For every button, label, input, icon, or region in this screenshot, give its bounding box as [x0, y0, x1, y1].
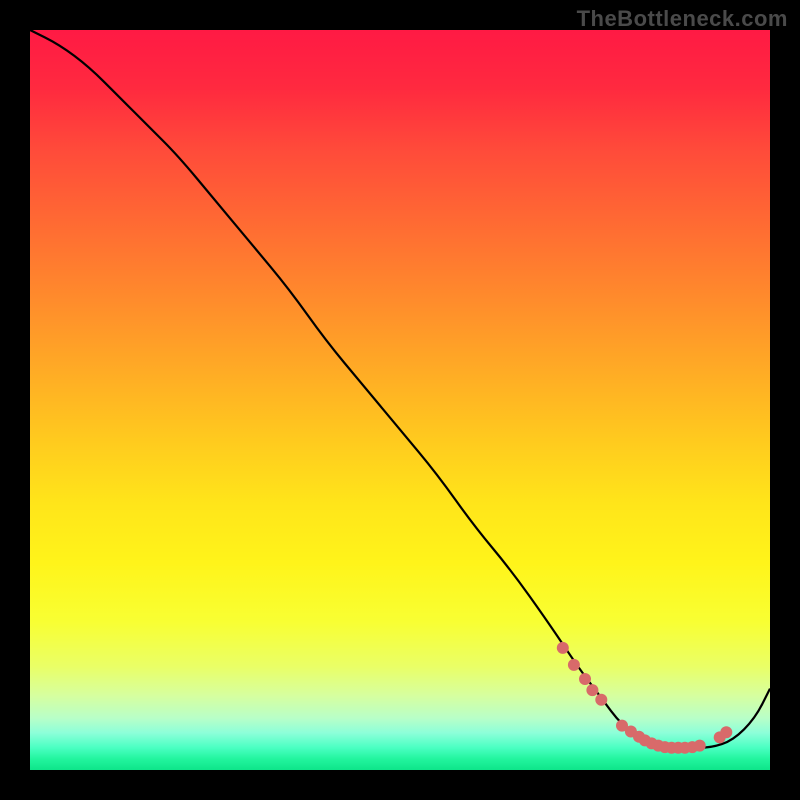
highlighted-point [579, 673, 591, 685]
curve-svg [30, 30, 770, 770]
bottleneck-curve [30, 30, 770, 748]
highlighted-points-group [557, 642, 733, 754]
highlighted-point [720, 726, 732, 738]
highlighted-point [586, 684, 598, 696]
highlighted-point [595, 694, 607, 706]
watermark-text: TheBottleneck.com [577, 6, 788, 32]
highlighted-point [694, 740, 706, 752]
highlighted-point [557, 642, 569, 654]
plot-area [30, 30, 770, 770]
highlighted-point [568, 659, 580, 671]
chart-frame: TheBottleneck.com [0, 0, 800, 800]
